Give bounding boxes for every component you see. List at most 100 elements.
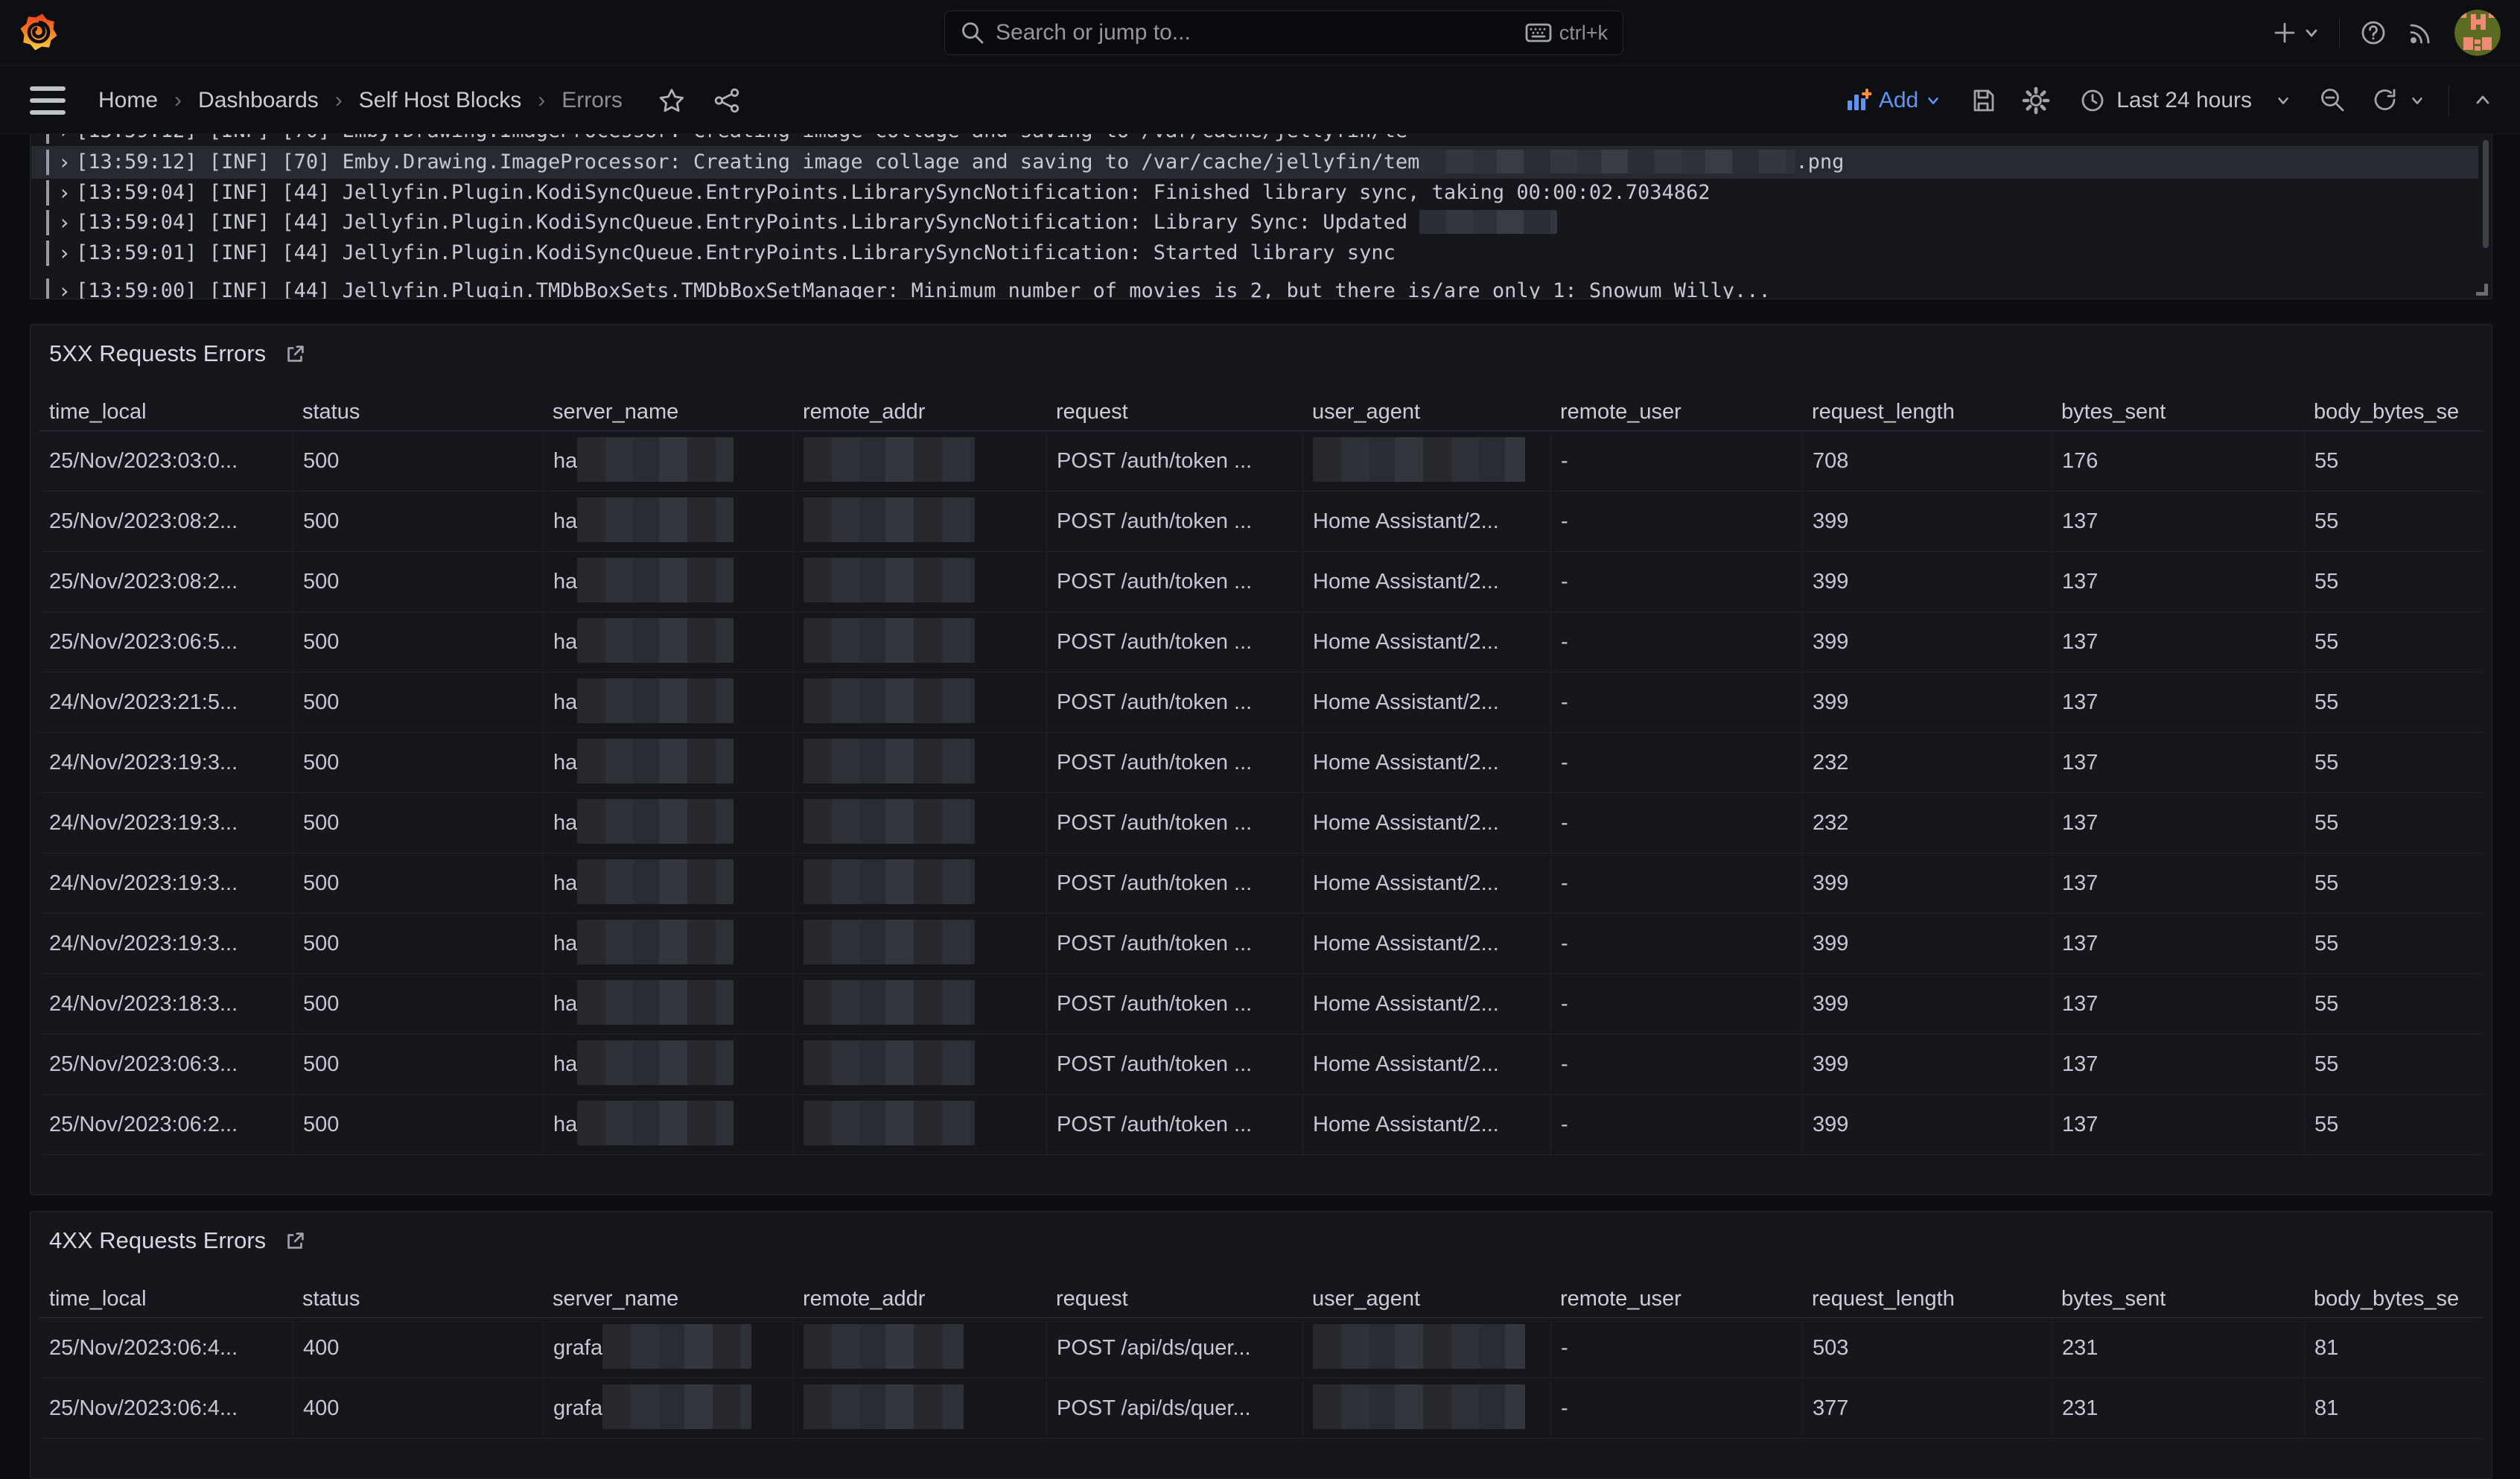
column-header-time_local[interactable]: time_local — [39, 1279, 293, 1317]
cell-body_bytes_se: 55 — [2304, 612, 2483, 672]
cell-body_bytes_se: 55 — [2304, 914, 2483, 973]
chevron-right-icon[interactable]: › — [58, 176, 76, 209]
collapse-toolbar-button[interactable] — [2473, 91, 2492, 110]
cell-server_name: ha — [543, 974, 793, 1034]
chevron-right-icon[interactable]: › — [58, 206, 76, 239]
cell-remote_user: - — [1550, 431, 1802, 491]
user-avatar[interactable] — [2454, 10, 2501, 56]
cell-text: ha — [553, 751, 577, 775]
breadcrumb-item-dashboards[interactable]: Dashboards — [198, 88, 319, 113]
external-link-icon[interactable] — [284, 342, 308, 366]
cell-text: 399 — [1813, 1052, 1848, 1076]
cell-text: 708 — [1813, 449, 1848, 473]
help-button[interactable] — [2359, 19, 2387, 47]
column-header-remote_user[interactable]: remote_user — [1550, 1279, 1802, 1317]
share-button[interactable] — [713, 87, 740, 114]
panel-resize-handle[interactable] — [2476, 284, 2488, 296]
log-scrollbar[interactable] — [2483, 140, 2489, 248]
cell-status: 500 — [293, 492, 543, 551]
cell-user_agent: Home Assistant/2... — [1302, 672, 1550, 732]
cell-text: grafa — [553, 1396, 602, 1420]
cell-body_bytes_se: 55 — [2304, 793, 2483, 853]
cell-status: 400 — [293, 1318, 543, 1378]
refresh-button[interactable] — [2371, 86, 2425, 115]
column-header-status[interactable]: status — [293, 1279, 543, 1317]
log-row[interactable]: ›[13:59:00] [INF] [44] Jellyfin.Plugin.T… — [31, 275, 2478, 299]
chevron-right-icon[interactable]: › — [58, 275, 76, 299]
breadcrumb-item-self-host-blocks[interactable]: Self Host Blocks — [359, 88, 521, 113]
zoom-out-time-button[interactable] — [2319, 86, 2347, 115]
redacted-cell — [804, 1324, 964, 1369]
log-row[interactable]: ›[13:59:04] [INF] [44] Jellyfin.Plugin.K… — [31, 206, 2478, 239]
save-dashboard-button[interactable] — [1969, 86, 1997, 115]
panel-title[interactable]: 5XX Requests Errors — [49, 340, 266, 367]
menu-button[interactable] — [30, 86, 66, 115]
favorite-button[interactable] — [658, 87, 685, 114]
cell-time_local: 25/Nov/2023:06:3... — [39, 1034, 293, 1094]
cell-text: 400 — [303, 1336, 339, 1360]
cell-request_length: 377 — [1802, 1378, 2052, 1438]
column-header-remote_addr[interactable]: remote_addr — [793, 1279, 1046, 1317]
cell-text: ha — [553, 871, 577, 895]
cell-remote_user: - — [1550, 793, 1802, 853]
column-header-server_name[interactable]: server_name — [543, 392, 793, 430]
logs-panel: ›[13:59:12] [INF] [70] Emby.Drawing.Imag… — [30, 134, 2492, 299]
cell-text: POST /api/ds/quer... — [1057, 1336, 1251, 1360]
redacted-cell — [577, 980, 734, 1025]
column-header-request_length[interactable]: request_length — [1802, 392, 2052, 430]
cell-bytes_sent: 137 — [2052, 793, 2304, 853]
chevron-down-icon — [1926, 93, 1941, 108]
redacted-cell — [577, 558, 734, 602]
column-header-body_bytes_se[interactable]: body_bytes_se — [2304, 1279, 2483, 1317]
cell-bytes_sent: 137 — [2052, 552, 2304, 611]
redacted-text — [1419, 210, 1557, 234]
column-header-remote_user[interactable]: remote_user — [1550, 392, 1802, 430]
cell-server_name: ha — [543, 431, 793, 491]
redacted-cell — [602, 1324, 751, 1369]
column-header-user_agent[interactable]: user_agent — [1302, 392, 1550, 430]
chevron-down-icon — [2303, 25, 2320, 41]
cell-text: POST /auth/token ... — [1057, 992, 1252, 1016]
log-row[interactable]: ›[13:59:12] [INF] [70] Emby.Drawing.Imag… — [31, 146, 2478, 179]
column-header-bytes_sent[interactable]: bytes_sent — [2052, 1279, 2304, 1317]
log-row[interactable]: ›[13:59:01] [INF] [44] Jellyfin.Plugin.K… — [31, 237, 2478, 270]
cell-time_local: 24/Nov/2023:18:3... — [39, 974, 293, 1034]
column-header-request_length[interactable]: request_length — [1802, 1279, 2052, 1317]
cell-bytes_sent: 137 — [2052, 1095, 2304, 1154]
cell-request: POST /auth/token ... — [1046, 552, 1302, 611]
column-header-bytes_sent[interactable]: bytes_sent — [2052, 392, 2304, 430]
cell-user_agent: Home Assistant/2... — [1302, 1034, 1550, 1094]
column-header-status[interactable]: status — [293, 392, 543, 430]
column-header-request[interactable]: request — [1046, 1279, 1302, 1317]
column-header-body_bytes_se[interactable]: body_bytes_se — [2304, 392, 2483, 430]
cell-text: 500 — [303, 992, 339, 1016]
breadcrumb-item-home[interactable]: Home — [98, 88, 158, 113]
panel-title[interactable]: 4XX Requests Errors — [49, 1227, 266, 1254]
redacted-cell — [804, 618, 975, 663]
add-button[interactable]: Add — [1840, 86, 1945, 115]
chevron-right-icon[interactable]: › — [58, 146, 76, 179]
cell-text: 24/Nov/2023:19:3... — [49, 932, 238, 955]
cell-body_bytes_se: 55 — [2304, 431, 2483, 491]
column-header-time_local[interactable]: time_local — [39, 392, 293, 430]
external-link-icon[interactable] — [284, 1229, 308, 1253]
dashboard-settings-button[interactable] — [2021, 86, 2051, 115]
cell-text: 55 — [2314, 811, 2338, 835]
column-header-user_agent[interactable]: user_agent — [1302, 1279, 1550, 1317]
grafana-logo[interactable] — [19, 10, 58, 54]
news-button[interactable] — [2407, 19, 2435, 47]
cell-text: 399 — [1813, 630, 1848, 654]
redacted-cell — [804, 1040, 975, 1085]
new-button[interactable] — [2272, 20, 2320, 45]
time-range-picker[interactable]: Last 24 hours — [2075, 86, 2295, 115]
chevron-right-icon[interactable]: › — [58, 237, 76, 270]
column-header-server_name[interactable]: server_name — [543, 1279, 793, 1317]
cell-remote_addr — [793, 1318, 1046, 1378]
log-row[interactable]: ›[13:59:04] [INF] [44] Jellyfin.Plugin.K… — [31, 176, 2478, 209]
search-input[interactable]: Search or jump to... ctrl+k — [944, 10, 1623, 55]
cell-text: 500 — [303, 449, 339, 473]
column-header-request[interactable]: request — [1046, 392, 1302, 430]
redacted-text — [1419, 150, 1795, 174]
cell-text: 24/Nov/2023:19:3... — [49, 811, 238, 835]
column-header-remote_addr[interactable]: remote_addr — [793, 392, 1046, 430]
